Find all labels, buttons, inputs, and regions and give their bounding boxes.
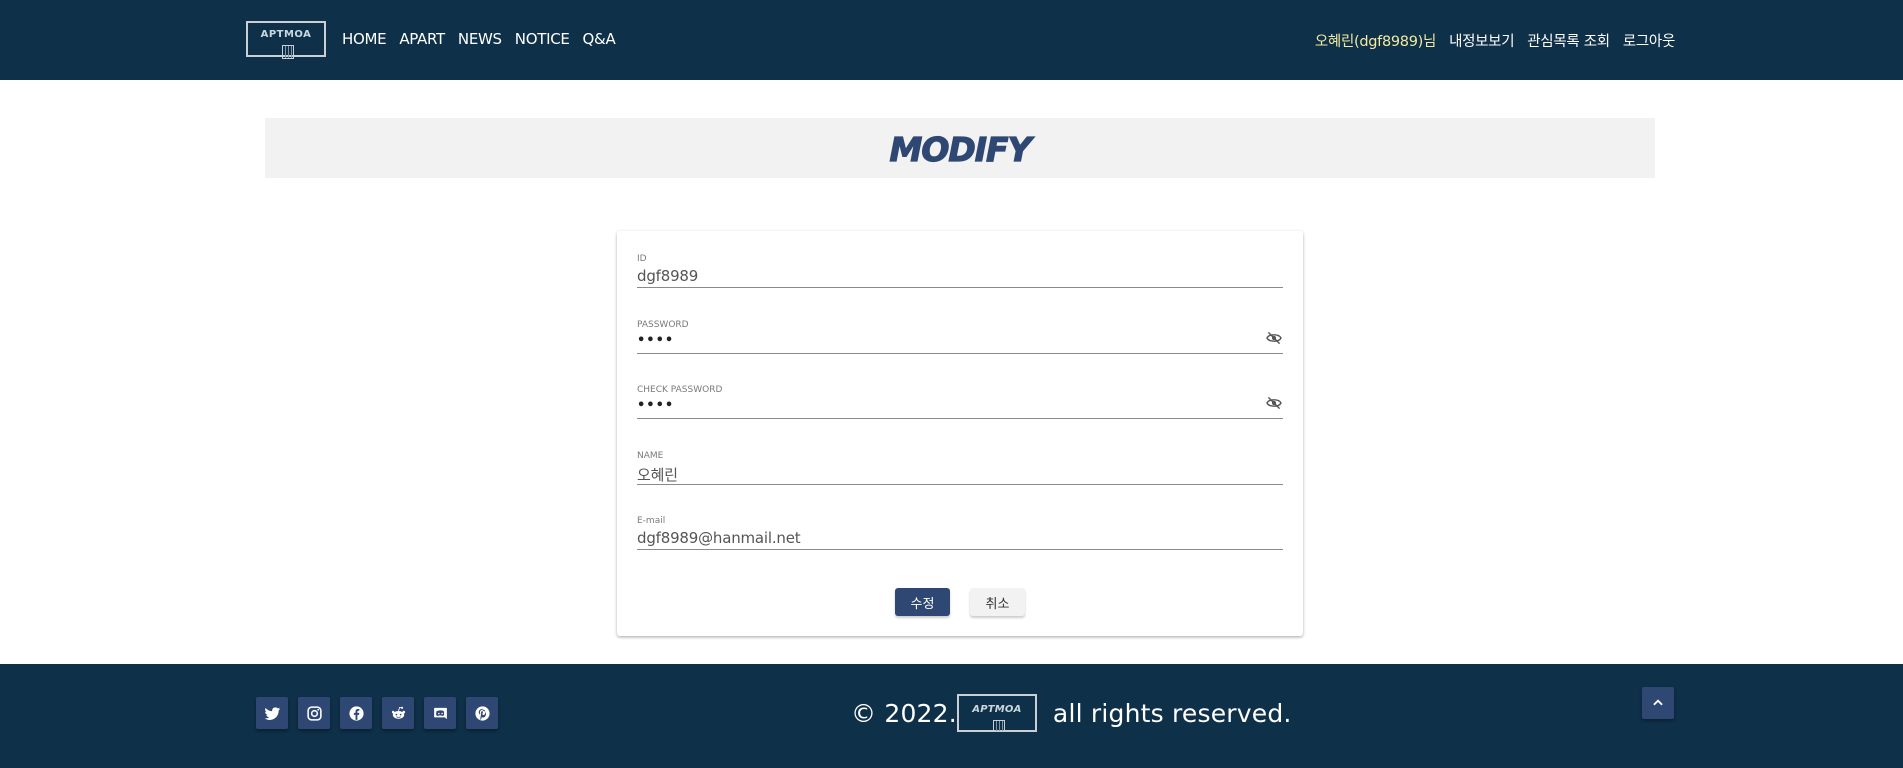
email-field[interactable]: E-mail dgf8989@hanmail.net (637, 516, 1283, 550)
pinterest-icon[interactable] (466, 697, 498, 729)
cancel-button[interactable]: 취소 (970, 588, 1025, 616)
social-links (256, 697, 498, 729)
nav-qna[interactable]: Q&A (583, 30, 616, 48)
form-actions: 수정 취소 (617, 588, 1303, 616)
id-field[interactable]: ID dgf8989 (637, 254, 1283, 288)
password-field[interactable]: PASSWORD •••• (637, 320, 1283, 354)
instagram-icon[interactable] (298, 697, 330, 729)
site-logo[interactable]: APTMOA (246, 21, 326, 59)
nav-notice[interactable]: NOTICE (515, 30, 570, 48)
eye-off-icon[interactable] (1265, 331, 1283, 345)
name-field[interactable]: NAME 오혜린 (637, 451, 1283, 485)
user-name: 오혜린(dgf8989)님 (1314, 34, 1437, 50)
logout-link[interactable]: 로그아웃 (1623, 30, 1675, 51)
page-title: MODIFY (889, 129, 1032, 169)
user-nav: 오혜린(dgf8989)님 내정보보기 관심목록 조회 로그아웃 (1315, 30, 1675, 51)
check-password-value: •••• (637, 398, 675, 413)
my-info-link[interactable]: 내정보보기 (1449, 30, 1515, 51)
footer-logo-text: APTMOA (972, 704, 1022, 715)
email-label: E-mail (637, 516, 666, 526)
copyright-prefix: © 2022. (851, 698, 957, 728)
check-password-label: CHECK PASSWORD (637, 385, 723, 395)
page-title-banner: MODIFY (265, 118, 1655, 178)
nav-home[interactable]: HOME (342, 30, 387, 48)
nav-apart[interactable]: APART (399, 30, 445, 48)
nav-news[interactable]: NEWS (458, 30, 502, 48)
footer-logo: APTMOA (956, 694, 1037, 732)
name-value: 오혜린 (637, 466, 678, 484)
submit-button[interactable]: 수정 (895, 588, 950, 616)
logo-text: APTMOA (260, 29, 312, 40)
password-label: PASSWORD (637, 320, 689, 330)
email-value: dgf8989@hanmail.net (637, 529, 801, 547)
chevron-up-icon (1653, 699, 1663, 706)
modify-form: ID dgf8989 PASSWORD •••• CHECK PASSWORD … (617, 231, 1303, 636)
building-icon (992, 720, 1005, 732)
main-nav: HOME APART NEWS NOTICE Q&A (342, 30, 616, 48)
check-password-field[interactable]: CHECK PASSWORD •••• (637, 385, 1283, 419)
name-label: NAME (637, 451, 664, 461)
reddit-icon[interactable] (382, 697, 414, 729)
building-icon (282, 45, 294, 59)
favorites-link[interactable]: 관심목록 조회 (1527, 30, 1610, 51)
copyright-suffix: all rights reserved. (1052, 698, 1292, 728)
footer: © 2022. APTMOA all rights reserved. (0, 664, 1903, 768)
password-value: •••• (637, 333, 675, 348)
id-value: dgf8989 (637, 267, 699, 285)
scroll-top-button[interactable] (1642, 687, 1674, 719)
id-label: ID (637, 254, 647, 264)
discord-icon[interactable] (424, 697, 456, 729)
copyright: © 2022. APTMOA all rights reserved. (851, 694, 1292, 732)
top-header: APTMOA HOME APART NEWS NOTICE Q&A 오혜린(dg… (0, 0, 1903, 80)
eye-off-icon[interactable] (1265, 396, 1283, 410)
facebook-icon[interactable] (340, 697, 372, 729)
twitter-icon[interactable] (256, 697, 288, 729)
